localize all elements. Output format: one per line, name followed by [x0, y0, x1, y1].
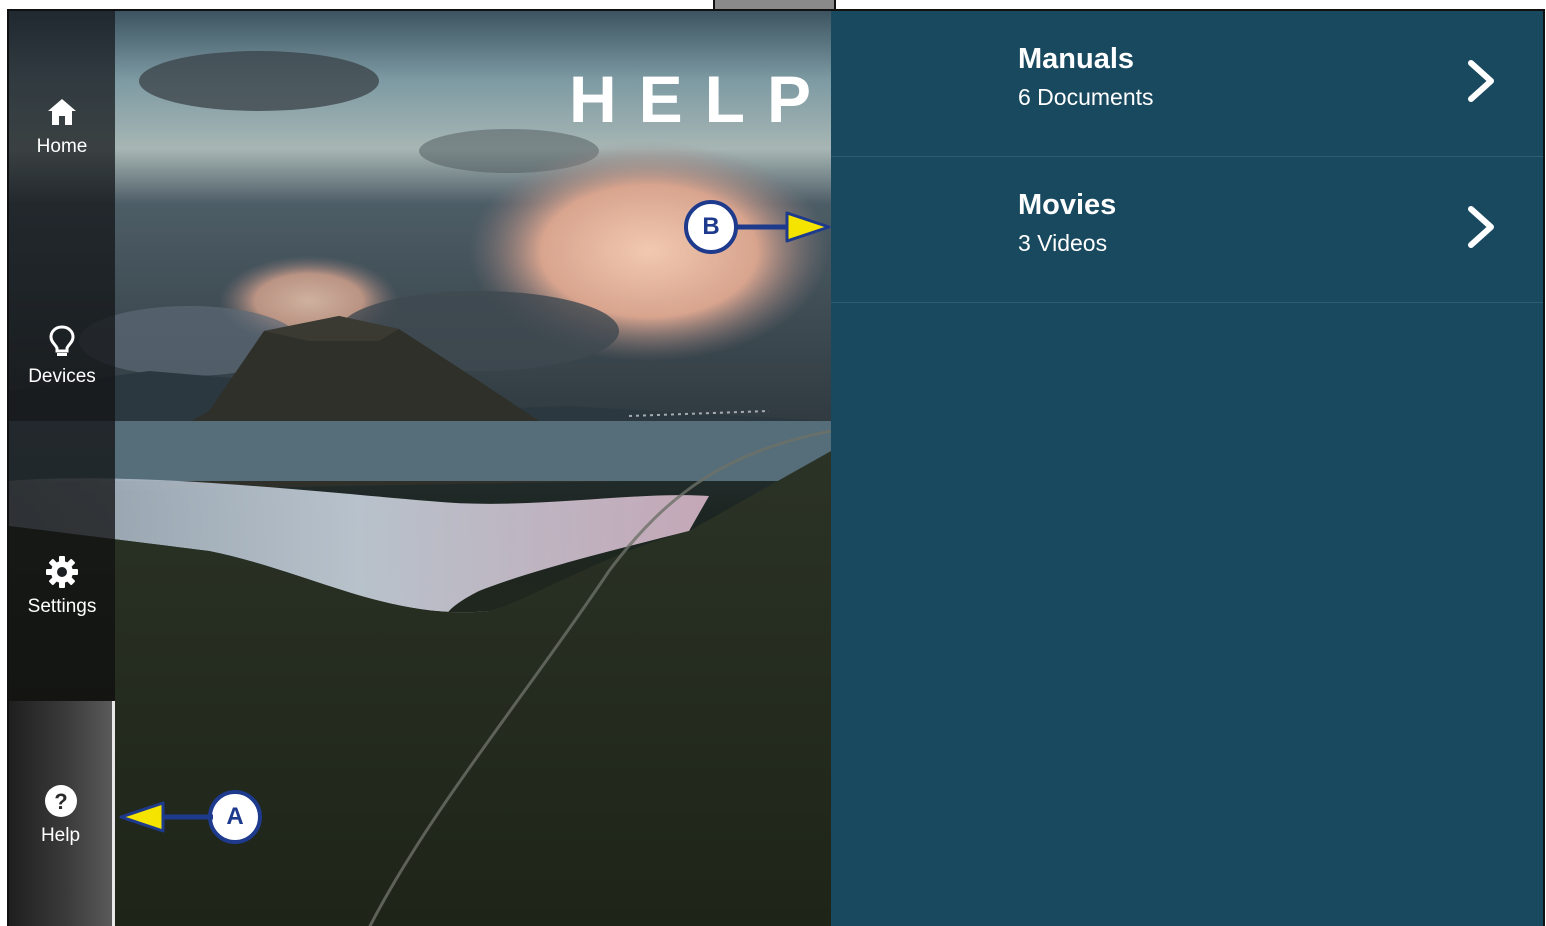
- list-item-title: Manuals: [1018, 43, 1135, 75]
- sidebar-item-label: Home: [36, 136, 88, 157]
- landscape-background: HELP: [9, 11, 831, 926]
- sidebar-item-devices[interactable]: Devices: [9, 241, 115, 471]
- sidebar-item-label: Devices: [28, 366, 96, 387]
- sidebar-item-home[interactable]: Home: [9, 11, 115, 241]
- chevron-right-icon: [1468, 206, 1494, 248]
- page-title: HELP: [569, 62, 831, 136]
- sidebar-item-help[interactable]: ? Help: [9, 701, 115, 926]
- list-item-manuals[interactable]: Manuals 6 Documents: [831, 11, 1543, 157]
- callout-a: A: [208, 790, 262, 844]
- home-icon: [44, 94, 80, 130]
- device-screen: HELP Home Devices Settings ? Help Manual…: [7, 9, 1545, 926]
- help-list-panel: Manuals 6 Documents Movies 3 Videos: [831, 11, 1543, 926]
- sidebar: Home Devices Settings ? Help: [9, 11, 115, 926]
- list-item-title: Movies: [1018, 189, 1117, 221]
- sidebar-item-label: Help: [40, 824, 81, 846]
- lightbulb-icon: [44, 324, 80, 360]
- landscape-illustration: [9, 11, 831, 926]
- callout-b: B: [684, 200, 738, 254]
- sidebar-item-settings[interactable]: Settings: [9, 471, 115, 701]
- list-item-movies[interactable]: Movies 3 Videos: [831, 157, 1543, 303]
- callout-a-arrow: [119, 801, 213, 833]
- sidebar-item-label: Settings: [27, 596, 97, 617]
- help-icon: ?: [43, 783, 79, 819]
- svg-text:?: ?: [54, 789, 67, 814]
- callout-b-arrow: [737, 211, 831, 243]
- chevron-right-icon: [1468, 60, 1494, 102]
- list-item-subtitle: 6 Documents: [1018, 84, 1154, 110]
- gear-icon: [44, 554, 80, 590]
- list-item-subtitle: 3 Videos: [1018, 230, 1108, 256]
